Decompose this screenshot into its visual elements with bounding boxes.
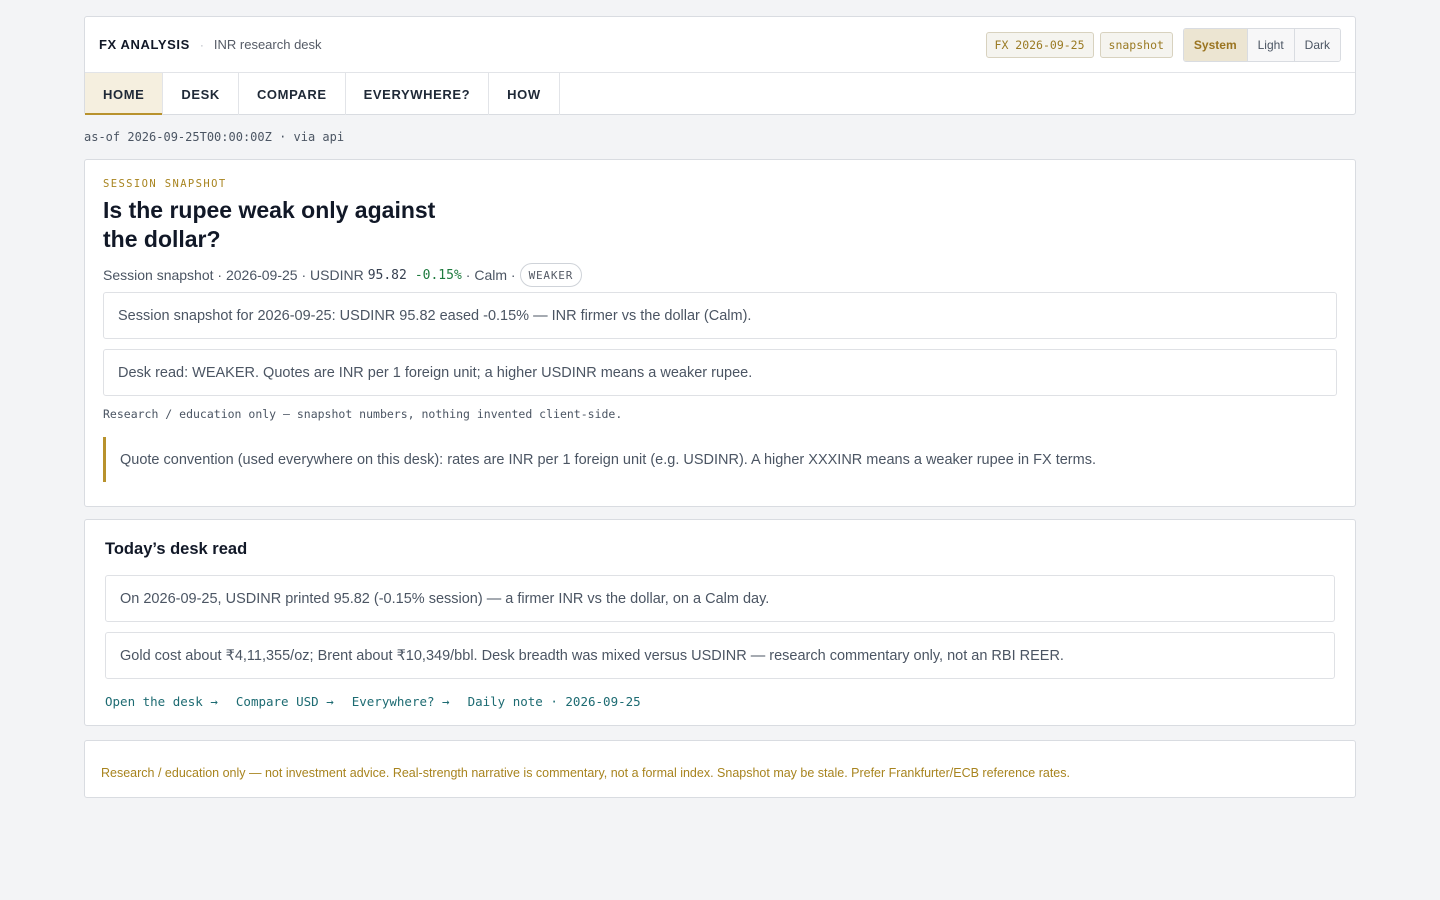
compare-usd-link[interactable]: Compare USD → <box>236 694 334 709</box>
quote-convention-callout: Quote convention (used everywhere on thi… <box>103 437 1337 482</box>
snapshot-summary: Session snapshot for 2026-09-25: USDINR … <box>103 292 1337 339</box>
theme-dark-button[interactable]: Dark <box>1293 28 1340 61</box>
snapshot-meta: Session snapshot · 2026-09-25 · USDINR 9… <box>103 263 1337 287</box>
brand-bar: FX ANALYSIS · INR research desk FX 2026-… <box>85 17 1355 73</box>
usdinr-change: -0.15% <box>414 267 462 283</box>
everywhere-link[interactable]: Everywhere? → <box>352 694 450 709</box>
snapshot-eyebrow: SESSION SNAPSHOT <box>103 178 227 190</box>
page-title: Is the rupee weak only against the dolla… <box>103 197 436 252</box>
tab-desk[interactable]: DESK <box>163 73 239 115</box>
desk-read-line-2: Gold cost about ₹4,11,355/oz; Brent abou… <box>105 632 1335 679</box>
theme-system-button[interactable]: System <box>1183 28 1247 61</box>
header-controls: FX 2026-09-25 snapshot System Light Dark <box>985 27 1341 62</box>
daily-note-link[interactable]: Daily note · 2026-09-25 <box>468 694 641 709</box>
theme-light-button[interactable]: Light <box>1246 28 1294 61</box>
theme-switcher: System Light Dark <box>1182 27 1341 62</box>
source-pill: snapshot <box>1099 31 1173 58</box>
brand-separator: · <box>199 37 204 52</box>
asof-timestamp: as-of 2026-09-25T00:00:00Z · via api <box>84 130 345 144</box>
tab-home[interactable]: HOME <box>85 73 164 115</box>
meta-prefix: Session snapshot · 2026-09-25 · USDINR <box>103 267 364 283</box>
tab-compare[interactable]: COMPARE <box>239 73 346 115</box>
todays-desk-read-card: Today’s desk read On 2026-09-25, USDINR … <box>84 519 1356 726</box>
desk-read-title: Today’s desk read <box>105 540 248 558</box>
desk-read-summary: Desk read: WEAKER. Quotes are INR per 1 … <box>103 349 1337 396</box>
status-badge: WEAKER <box>519 263 583 287</box>
footer-disclaimer: Research / education only — not investme… <box>84 740 1356 798</box>
open-desk-link[interactable]: Open the desk → <box>105 694 218 709</box>
tab-how[interactable]: HOW <box>489 73 560 115</box>
brand-name[interactable]: FX ANALYSIS <box>99 37 190 52</box>
main-nav: HOME DESK COMPARE EVERYWHERE? HOW <box>85 73 1355 115</box>
brand-subtitle: INR research desk <box>213 37 322 52</box>
desk-links: Open the desk → Compare USD → Everywhere… <box>105 694 1335 709</box>
usdinr-rate: 95.82 <box>367 267 407 283</box>
research-note: Research / education only — snapshot num… <box>103 407 623 421</box>
tab-everywhere[interactable]: EVERYWHERE? <box>346 73 490 115</box>
session-snapshot-card: SESSION SNAPSHOT Is the rupee weak only … <box>84 159 1356 507</box>
footer-text: Research / education only — not investme… <box>101 766 1070 780</box>
fx-date-pill: FX 2026-09-25 <box>985 31 1094 58</box>
meta-suffix: · Calm · <box>465 267 516 283</box>
desk-read-line-1: On 2026-09-25, USDINR printed 95.82 (-0.… <box>105 575 1335 622</box>
app-header: FX ANALYSIS · INR research desk FX 2026-… <box>84 16 1356 115</box>
